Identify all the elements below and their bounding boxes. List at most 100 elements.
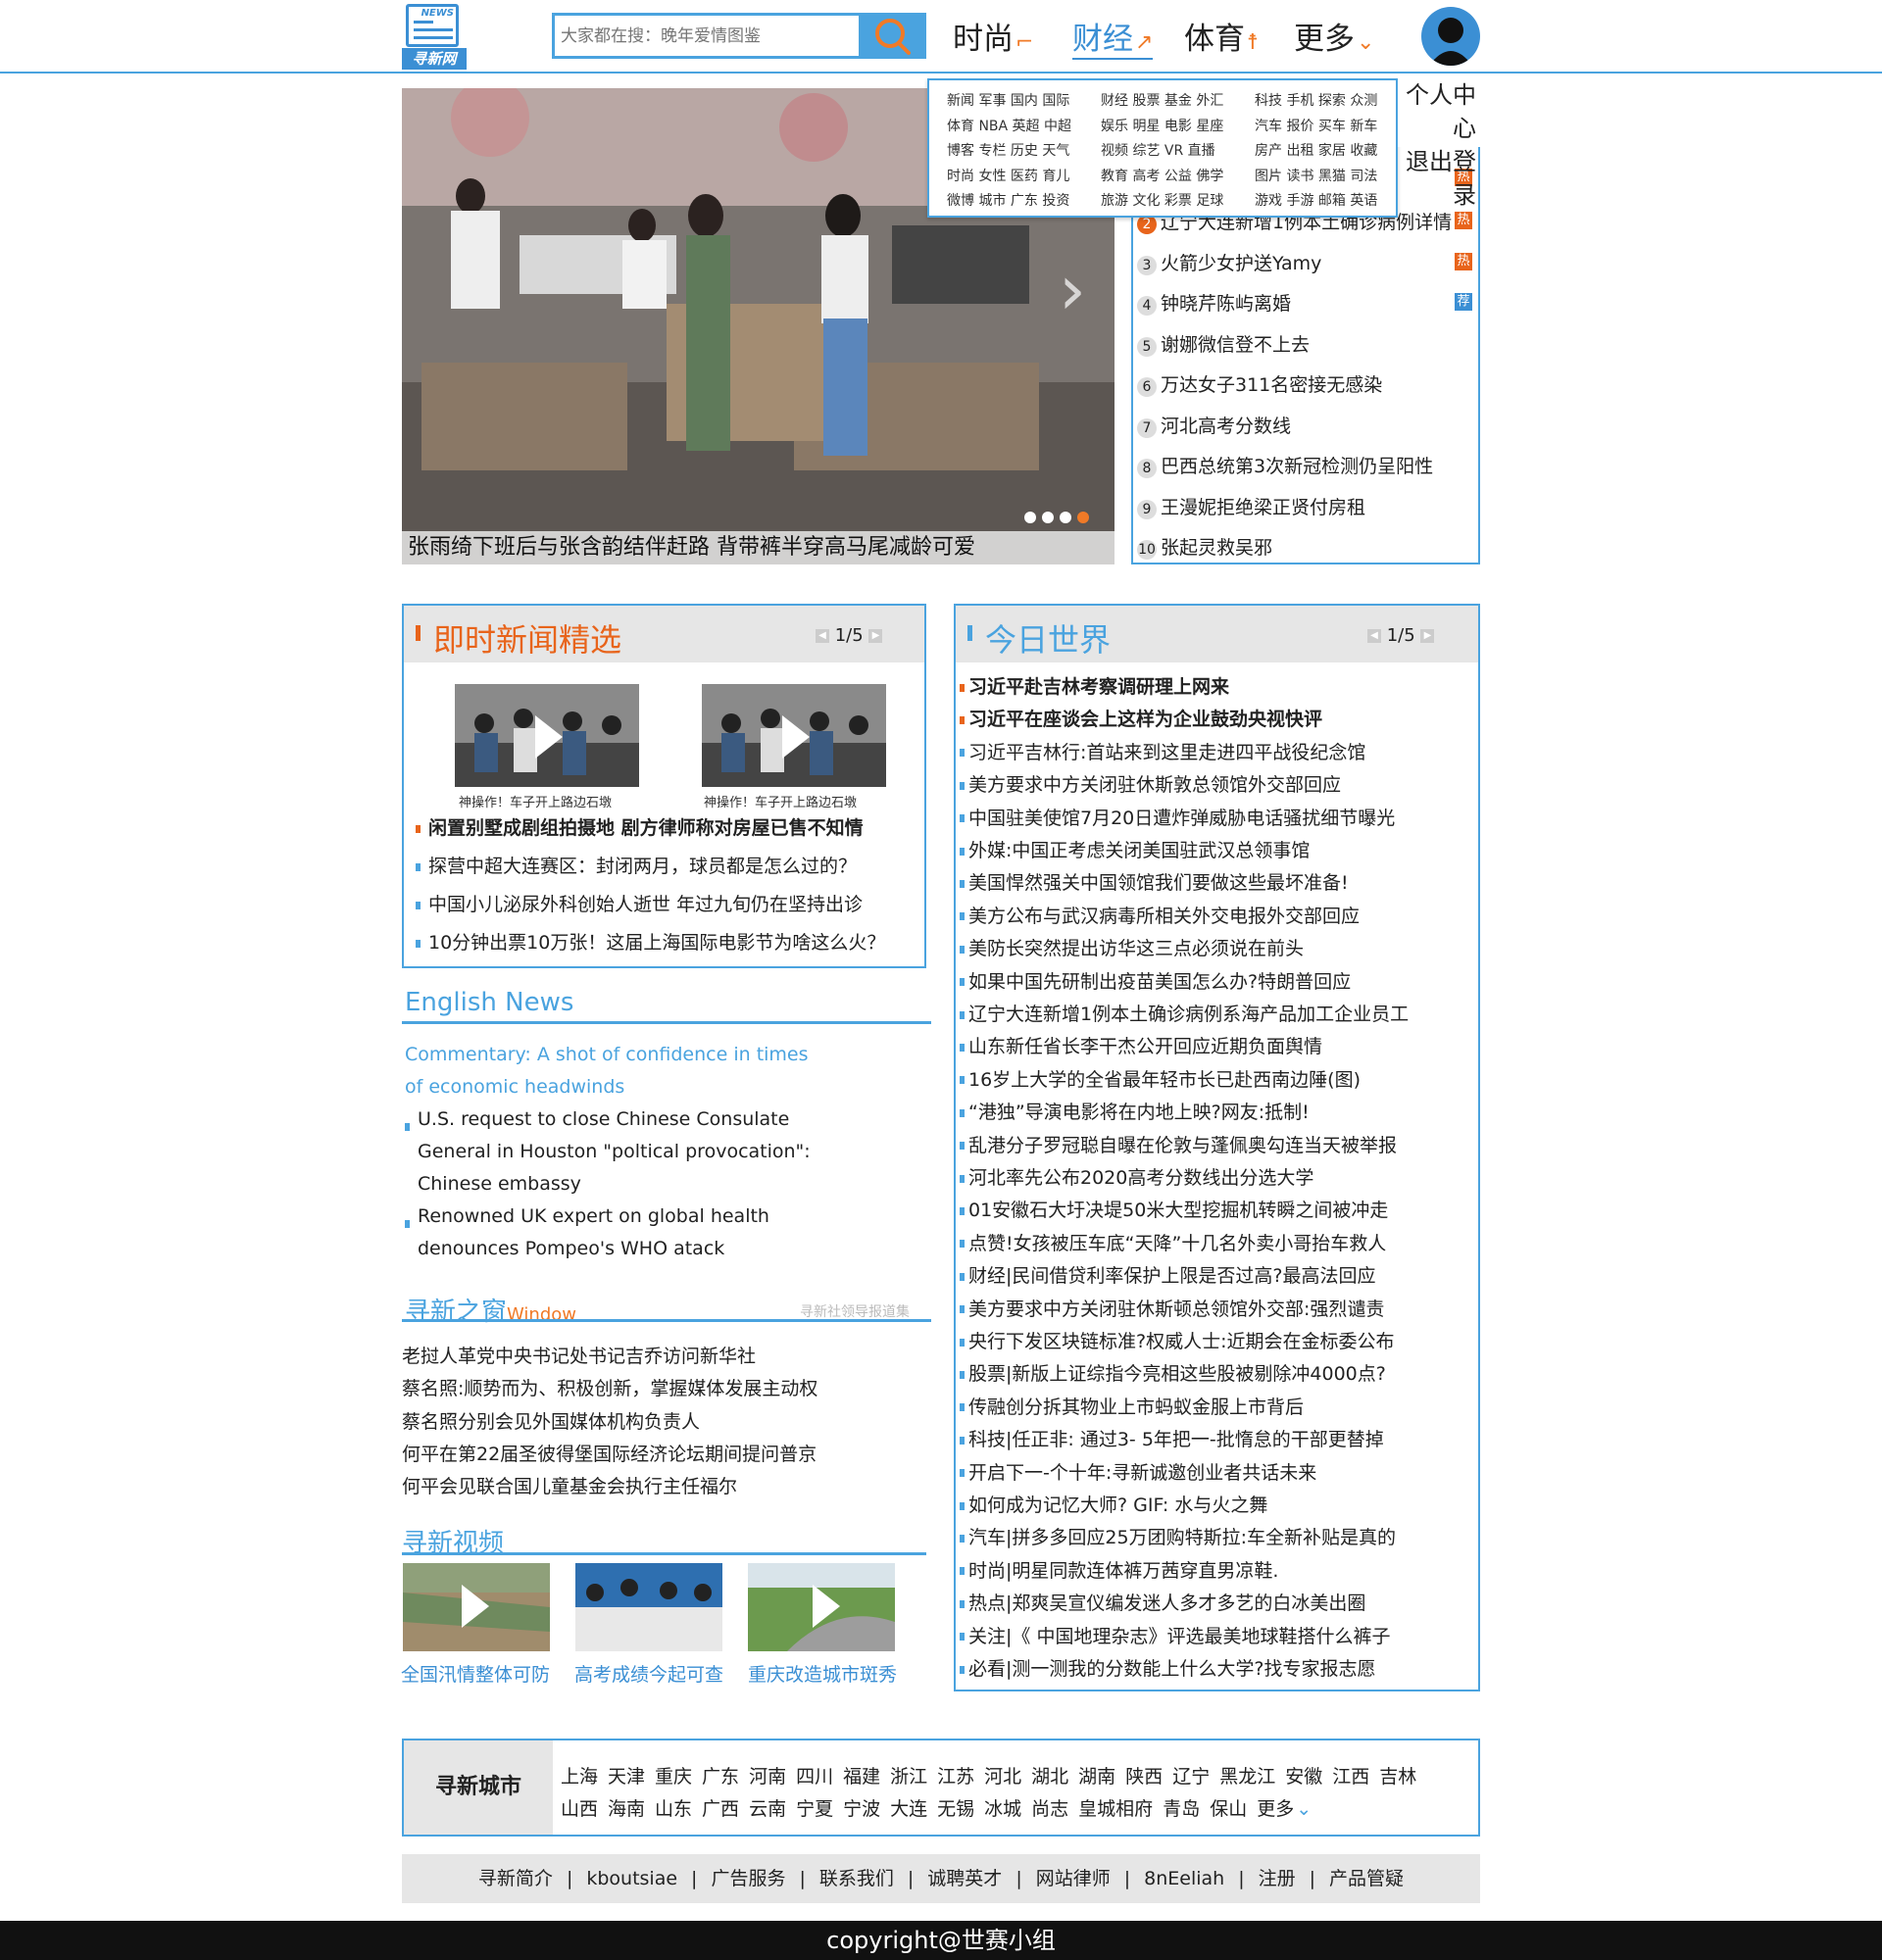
next-page-icon[interactable]: ▶ — [1420, 629, 1435, 643]
news-item-text[interactable]: 财经|民间借贷利率保护上限是否过高?最高法回应 — [968, 1265, 1376, 1287]
city-link[interactable]: 宁夏 — [796, 1798, 833, 1820]
hot-list-item[interactable]: 7 河北高考分数线 — [1137, 412, 1291, 441]
city-link[interactable]: 湖北 — [1031, 1766, 1068, 1788]
nav-more[interactable]: 更多⌄ — [1294, 14, 1374, 58]
news-item[interactable]: 习近平赴吉林考察调研理上网来 — [960, 672, 1229, 699]
news-item-text[interactable]: 美国悍然强关中国领馆我们要做这些最坏准备! — [968, 872, 1349, 894]
news-item[interactable]: 中国小儿泌尿外科创始人逝世 年过九旬仍在坚持出诊 — [416, 890, 863, 916]
next-page-icon[interactable]: ▶ — [868, 629, 883, 643]
news-item[interactable]: 科技|任正非: 通过3- 5年把一-批惰怠的干部更替掉 — [960, 1425, 1384, 1451]
city-link[interactable]: 江苏 — [937, 1766, 974, 1788]
search-field[interactable] — [552, 13, 862, 59]
news-item-text[interactable]: 16岁上大学的全省最年轻市长已赴西南边陲(图) — [968, 1069, 1361, 1091]
news-item[interactable]: 美方要求中方关闭驻休斯顿总领馆外交部:强烈谴责 — [960, 1295, 1384, 1321]
news-item-text[interactable]: 关注|《 中国地理杂志》评选最美地球鞋搭什么裤子 — [968, 1626, 1390, 1647]
news-item[interactable]: 财经|民间借贷利率保护上限是否过高?最高法回应 — [960, 1261, 1376, 1288]
news-item-text[interactable]: 汽车|拼多多回应25万团购特斯拉:车全新补贴是真的 — [968, 1527, 1396, 1548]
news-item[interactable]: 外媒:中国正考虑关闭美国驻武汉总领事馆 — [960, 836, 1310, 862]
news-item-text[interactable]: 美方要求中方关闭驻休斯顿总领馆外交部:强烈谴责 — [968, 1298, 1384, 1320]
news-item[interactable]: “港独”导演电影将在内地上映?网友:抵制! — [960, 1098, 1310, 1124]
news-item-text[interactable]: 时尚|明星同款连体裤万茜穿直男凉鞋. — [968, 1560, 1278, 1582]
city-link[interactable]: 广东 — [702, 1766, 739, 1788]
nav-sports[interactable]: 体育☨ — [1184, 14, 1259, 58]
news-item[interactable]: 乱港分子罗冠聪自曝在伦敦与蓬佩奥勾连当天被举报 — [960, 1131, 1397, 1157]
hot-list-item[interactable]: 3 火箭少女护送Yamy — [1137, 249, 1321, 278]
city-link[interactable]: 辽宁 — [1172, 1766, 1210, 1788]
news-item-text[interactable]: 如何成为记忆大师? GIF: 水与火之舞 — [968, 1494, 1267, 1516]
news-item[interactable]: 美防长突然提出访华这三点必须说在前头 — [960, 934, 1304, 960]
menu-category-group[interactable]: 时尚 女性 医药 育儿 — [947, 166, 1069, 185]
hero-caption[interactable]: 张雨绮下班后与张含韵结伴赶路 背带裤半穿高马尾减龄可爱 — [402, 531, 1114, 564]
english-news-item[interactable]: U.S. request to close Chinese Consulate — [418, 1108, 789, 1130]
menu-category-group[interactable]: 汽车 报价 买车 新车 — [1255, 116, 1377, 135]
menu-category-group[interactable]: 微博 城市 广东 投资 — [947, 190, 1069, 210]
carousel-dot[interactable] — [1042, 512, 1054, 523]
video-thumbnail[interactable] — [702, 684, 886, 787]
footer-link[interactable]: 寻新简介 — [478, 1868, 553, 1889]
hot-list-item[interactable]: 10 张起灵救吴邪 — [1137, 533, 1272, 563]
carousel-dot[interactable] — [1024, 512, 1036, 523]
news-item[interactable]: 如果中国先研制出疫苗美国怎么办?特朗普回应 — [960, 967, 1351, 994]
city-link[interactable]: 安徽 — [1285, 1766, 1322, 1788]
news-item[interactable]: 美方公布与武汉病毒所相关外交电报外交部回应 — [960, 902, 1360, 928]
nav-finance[interactable]: 财经↗ — [1072, 14, 1154, 60]
news-item-text[interactable]: 美防长突然提出访华这三点必须说在前头 — [968, 938, 1304, 959]
english-news-item[interactable]: General in Houston "poltical provocation… — [418, 1141, 811, 1162]
menu-category-group[interactable]: 博客 专栏 历史 天气 — [947, 140, 1069, 160]
prev-page-icon[interactable]: ◀ — [816, 629, 829, 643]
city-link[interactable]: 大连 — [890, 1798, 927, 1820]
video-thumbnail[interactable] — [575, 1563, 722, 1651]
more-cities-link[interactable]: 更多 — [1257, 1798, 1294, 1820]
news-item-text[interactable]: 点赞!女孩被压车底“天降”十几名外卖小哥抬车救人 — [968, 1233, 1386, 1254]
hot-item-text[interactable]: 钟晓芹陈屿离婚 — [1161, 293, 1291, 315]
thumb-caption[interactable]: 神操作！车子开上路边石墩 — [704, 792, 857, 810]
english-news-item[interactable]: Renowned UK expert on global health — [418, 1205, 769, 1227]
nav-fashion[interactable]: 时尚⌐ — [953, 14, 1033, 58]
news-item-text[interactable]: 股票|新版上证综指今亮相这些股被剔除冲4000点? — [968, 1363, 1386, 1385]
city-link[interactable]: 湖南 — [1078, 1766, 1115, 1788]
hot-list-item[interactable]: 6 万达女子311名密接无感染 — [1137, 370, 1382, 400]
city-link[interactable]: 广西 — [702, 1798, 739, 1820]
window-news-item[interactable]: 老挝人革党中央书记处书记吉乔访问新华社 — [402, 1342, 756, 1368]
news-item-text[interactable]: 乱港分子罗冠聪自曝在伦敦与蓬佩奥勾连当天被举报 — [968, 1135, 1397, 1156]
video-thumbnail[interactable] — [455, 684, 639, 787]
news-item[interactable]: 时尚|明星同款连体裤万茜穿直男凉鞋. — [960, 1556, 1278, 1583]
hot-list-item[interactable]: 4 钟晓芹陈屿离婚 — [1137, 289, 1291, 318]
news-item-text[interactable]: 习近平吉林行:首站来到这里走进四平战役纪念馆 — [968, 742, 1365, 763]
city-link[interactable]: 海南 — [608, 1798, 645, 1820]
menu-category-group[interactable]: 新闻 军事 国内 国际 — [947, 90, 1069, 110]
carousel-next-arrow[interactable]: › — [1059, 250, 1086, 330]
hot-item-text[interactable]: 巴西总统第3次新冠检测仍呈阳性 — [1161, 456, 1433, 477]
footer-link[interactable]: 网站律师 — [1036, 1868, 1111, 1889]
city-link[interactable]: 保山 — [1210, 1798, 1247, 1820]
news-item[interactable]: 01安徽石大圩决堤50米大型挖掘机转瞬之间被冲走 — [960, 1196, 1388, 1222]
news-item[interactable]: 闲置别墅成剧组拍摄地 剧方律师称对房屋已售不知情 — [416, 813, 864, 840]
menu-category-group[interactable]: 财经 股票 基金 外汇 — [1101, 90, 1223, 110]
city-link[interactable]: 河南 — [749, 1766, 786, 1788]
news-item[interactable]: 点赞!女孩被压车底“天降”十几名外卖小哥抬车救人 — [960, 1229, 1386, 1255]
menu-category-group[interactable]: 科技 手机 探索 众测 — [1255, 90, 1377, 110]
news-item[interactable]: 16岁上大学的全省最年轻市长已赴西南边陲(图) — [960, 1065, 1361, 1092]
footer-link[interactable]: 产品管疑 — [1329, 1868, 1404, 1889]
city-link[interactable]: 重庆 — [655, 1766, 692, 1788]
footer-link[interactable]: 注册 — [1259, 1868, 1296, 1889]
search-input[interactable] — [555, 16, 859, 56]
search-button[interactable] — [860, 13, 926, 59]
window-news-item[interactable]: 蔡名照:顺势而为、积极创新，掌握媒体发展主动权 — [402, 1374, 817, 1400]
news-item-text[interactable]: 科技|任正非: 通过3- 5年把一-批惰怠的干部更替掉 — [968, 1429, 1384, 1450]
news-item-text[interactable]: 美方要求中方关闭驻休斯敦总领馆外交部回应 — [968, 774, 1341, 796]
video-thumbnail[interactable] — [403, 1563, 550, 1651]
news-item-text[interactable]: 必看|测一测我的分数能上什么大学?找专家报志愿 — [968, 1658, 1376, 1680]
menu-category-group[interactable]: 游戏 手游 邮箱 英语 — [1255, 190, 1377, 210]
news-item[interactable]: 辽宁大连新增1例本土确诊病例系海产品加工企业员工 — [960, 1000, 1409, 1026]
video-caption[interactable]: 高考成绩今起可查 — [574, 1660, 723, 1687]
city-link[interactable]: 上海 — [561, 1766, 598, 1788]
city-link[interactable]: 吉林 — [1379, 1766, 1416, 1788]
english-headline[interactable]: Commentary: A shot of confidence in time… — [405, 1044, 809, 1065]
site-logo[interactable]: NEWS 寻新网 — [402, 4, 469, 70]
news-item-text[interactable]: 美方公布与武汉病毒所相关外交电报外交部回应 — [968, 906, 1360, 927]
video-caption[interactable]: 全国汛情整体可防 — [401, 1660, 550, 1687]
news-item[interactable]: 央行下发区块链标准?权威人士:近期会在金标委公布 — [960, 1327, 1395, 1353]
menu-category-group[interactable]: 体育 NBA 英超 中超 — [947, 116, 1071, 135]
city-link[interactable]: 浙江 — [890, 1766, 927, 1788]
